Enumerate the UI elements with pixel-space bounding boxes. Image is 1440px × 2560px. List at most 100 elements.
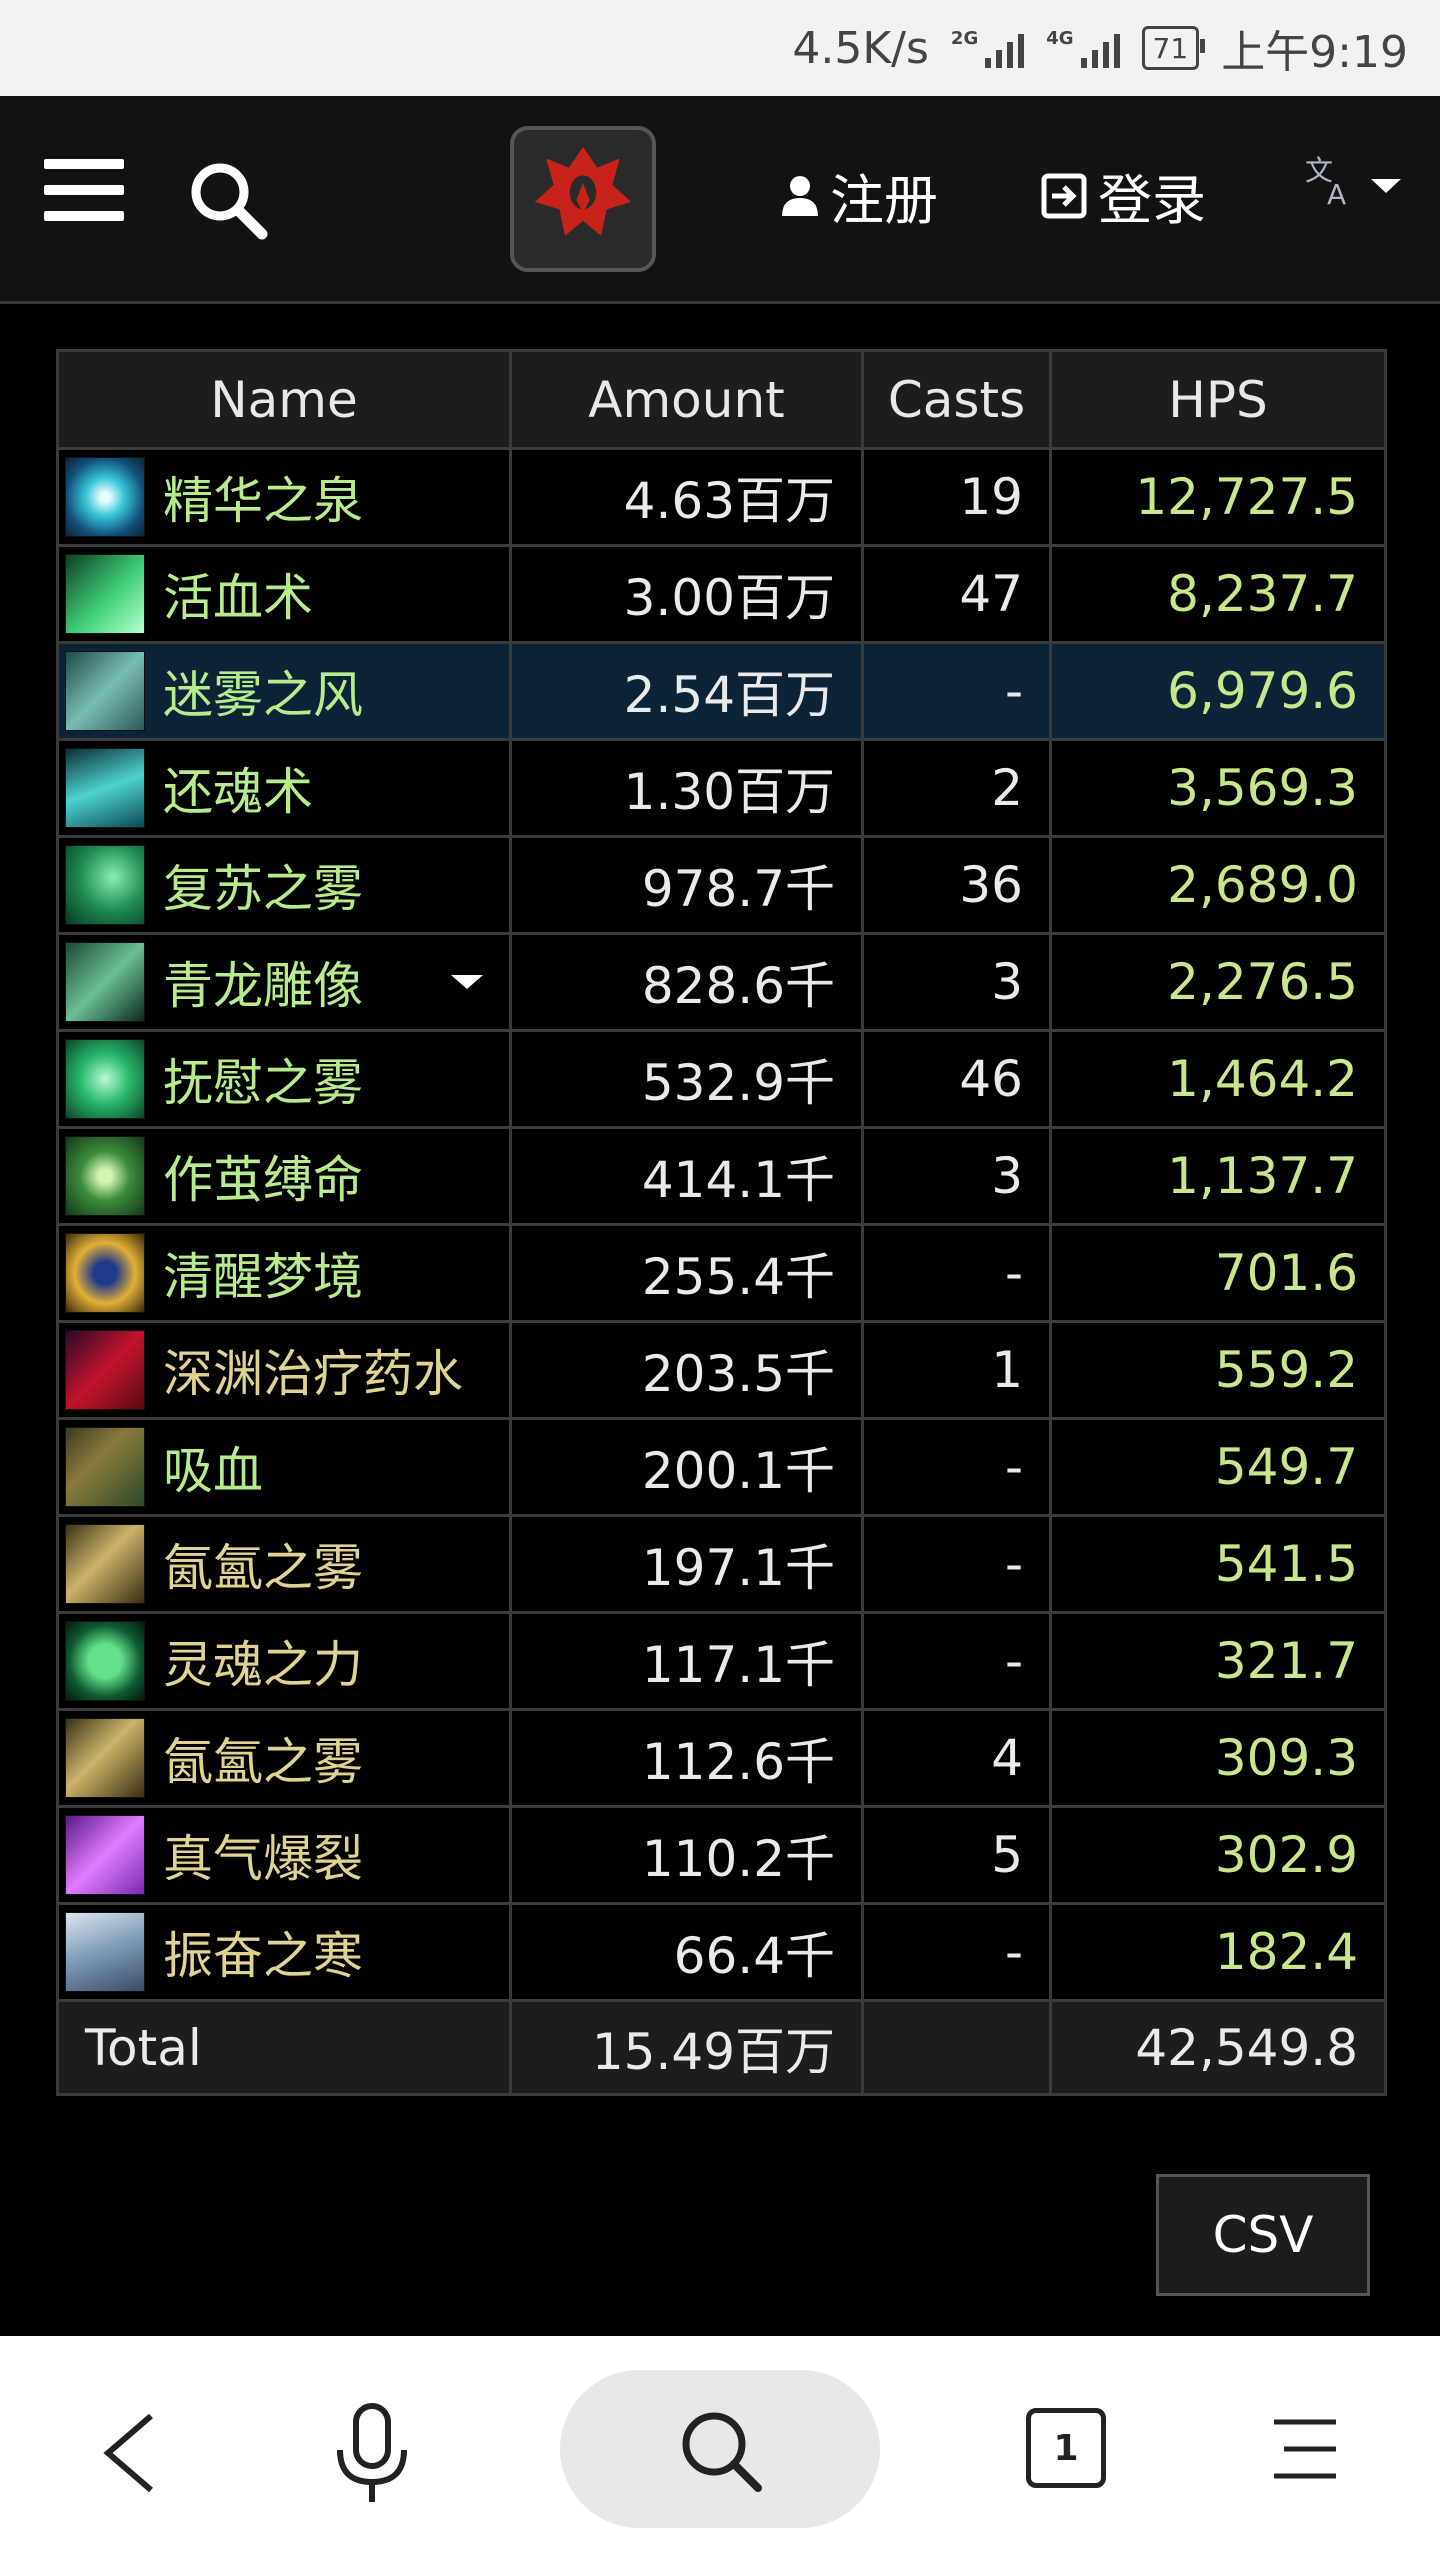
table-row[interactable]: 氤氳之雾 112.6千 4 309.3 bbox=[56, 1708, 1387, 1808]
name-cell: 复苏之雾 bbox=[56, 835, 512, 935]
casts-cell: - bbox=[861, 1223, 1052, 1323]
table-row[interactable]: 作茧缚命 414.1千 3 1,137.7 bbox=[56, 1126, 1387, 1226]
spell-name[interactable]: 清醒梦境 bbox=[163, 1237, 363, 1309]
spell-name[interactable]: 深渊治疗药水 bbox=[163, 1334, 463, 1406]
amount-cell: 4.63百万 bbox=[509, 447, 864, 547]
spell-name[interactable]: 迷雾之风 bbox=[163, 655, 363, 727]
table-row[interactable]: 深渊治疗药水 203.5千 1 559.2 bbox=[56, 1320, 1387, 1420]
expand-caret-icon[interactable] bbox=[451, 975, 483, 989]
spell-name[interactable]: 振奋之寒 bbox=[163, 1916, 363, 1988]
search-icon bbox=[682, 2412, 762, 2492]
status-bar: 4.5K/s 2G 4G 71 上午9:19 bbox=[0, 0, 1440, 96]
user-icon bbox=[782, 175, 818, 216]
hps-cell: 182.4 bbox=[1049, 1902, 1387, 2002]
microphone-icon[interactable] bbox=[332, 2402, 412, 2506]
table-row[interactable]: 吸血 200.1千 -549.7 bbox=[56, 1417, 1387, 1517]
login-icon bbox=[1041, 173, 1087, 218]
register-link[interactable]: 注册 bbox=[780, 156, 938, 235]
spell-name[interactable]: 青龙雕像 bbox=[163, 946, 363, 1018]
table-row[interactable]: 精华之泉 4.63百万 19 12,727.5 bbox=[56, 447, 1387, 547]
spell-name[interactable]: 活血术 bbox=[163, 558, 313, 630]
casts-cell: - bbox=[861, 1611, 1052, 1711]
csv-button[interactable]: CSV bbox=[1156, 2174, 1370, 2296]
casts-cell: 2 bbox=[861, 738, 1052, 838]
hps-cell: 321.7 bbox=[1049, 1611, 1387, 1711]
battery-icon: 71 bbox=[1141, 26, 1205, 70]
amount-cell: 110.2千 bbox=[509, 1805, 864, 1905]
login-link[interactable]: 登录 bbox=[1040, 156, 1206, 235]
table-row[interactable]: 活血术 3.00百万 47 8,237.7 bbox=[56, 544, 1387, 644]
name-cell: 作茧缚命 bbox=[56, 1126, 512, 1226]
hamburger-menu-icon[interactable] bbox=[44, 159, 124, 229]
hps-cell: 12,727.5 bbox=[1049, 447, 1387, 547]
language-selector[interactable]: 文 A bbox=[1305, 154, 1401, 206]
hps-cell: 541.5 bbox=[1049, 1514, 1387, 1614]
tabs-button[interactable]: 1 bbox=[1026, 2408, 1106, 2488]
casts-cell: 5 bbox=[861, 1805, 1052, 1905]
soul-power-icon bbox=[65, 1621, 145, 1701]
total-row: Total 15.49百万 42,549.8 bbox=[56, 1999, 1387, 2096]
vivify-icon bbox=[65, 554, 145, 634]
spell-name[interactable]: 真气爆裂 bbox=[163, 1819, 363, 1891]
spell-name[interactable]: 氤氳之雾 bbox=[163, 1528, 363, 1600]
casts-cell: 36 bbox=[861, 835, 1052, 935]
hps-cell: 701.6 bbox=[1049, 1223, 1387, 1323]
casts-cell: 1 bbox=[861, 1320, 1052, 1420]
column-header-hps[interactable]: HPS bbox=[1049, 349, 1387, 450]
spell-healing-table: Name Amount Casts HPS 精华之泉 4.63百万 19 12,727… bbox=[56, 349, 1387, 2096]
name-cell: 抚慰之雾 bbox=[56, 1029, 512, 1129]
hps-cell: 8,237.7 bbox=[1049, 544, 1387, 644]
essence-font-icon bbox=[65, 457, 145, 537]
hps-cell: 1,464.2 bbox=[1049, 1029, 1387, 1129]
spell-name[interactable]: 灵魂之力 bbox=[163, 1625, 363, 1697]
name-cell: 氤氳之雾 bbox=[56, 1514, 512, 1614]
table-row[interactable]: 灵魂之力 117.1千 -321.7 bbox=[56, 1611, 1387, 1711]
life-cocoon-icon bbox=[65, 1136, 145, 1216]
table-row[interactable]: 真气爆裂 110.2千 5 302.9 bbox=[56, 1805, 1387, 1905]
name-cell: 迷雾之风 bbox=[56, 641, 512, 741]
horde-logo-icon[interactable] bbox=[510, 126, 656, 272]
menu-icon[interactable] bbox=[1270, 2416, 1340, 2482]
name-cell: 振奋之寒 bbox=[56, 1902, 512, 2002]
amount-cell: 200.1千 bbox=[509, 1417, 864, 1517]
amount-cell: 3.00百万 bbox=[509, 544, 864, 644]
search-icon[interactable] bbox=[186, 158, 270, 242]
back-arrow-icon[interactable] bbox=[96, 2408, 166, 2498]
spell-name[interactable]: 精华之泉 bbox=[163, 461, 363, 533]
name-cell: 深渊治疗药水 bbox=[56, 1320, 512, 1420]
column-header-casts[interactable]: Casts bbox=[861, 349, 1052, 450]
search-pill-button[interactable] bbox=[560, 2370, 880, 2528]
mists-wind-icon bbox=[65, 651, 145, 731]
spell-name[interactable]: 复苏之雾 bbox=[163, 849, 363, 921]
chevron-down-icon bbox=[1371, 179, 1401, 193]
table-row[interactable]: 抚慰之雾 532.9千 46 1,464.2 bbox=[56, 1029, 1387, 1129]
spell-name[interactable]: 作茧缚命 bbox=[163, 1140, 363, 1212]
name-cell: 精华之泉 bbox=[56, 447, 512, 547]
table-row[interactable]: 氤氳之雾 197.1千 -541.5 bbox=[56, 1514, 1387, 1614]
table-header-row: Name Amount Casts HPS bbox=[56, 349, 1387, 450]
hps-cell: 559.2 bbox=[1049, 1320, 1387, 1420]
column-header-name[interactable]: Name bbox=[56, 349, 512, 450]
casts-cell: 4 bbox=[861, 1708, 1052, 1808]
table-row[interactable]: 还魂术 1.30百万 2 3,569.3 bbox=[56, 738, 1387, 838]
casts-cell: 47 bbox=[861, 544, 1052, 644]
column-header-amount[interactable]: Amount bbox=[509, 349, 864, 450]
table-row[interactable]: 振奋之寒 66.4千 -182.4 bbox=[56, 1902, 1387, 2002]
renewing-mist-icon bbox=[65, 845, 145, 925]
table-row[interactable]: 青龙雕像 828.6千 3 2,276.5 bbox=[56, 932, 1387, 1032]
name-cell: 清醒梦境 bbox=[56, 1223, 512, 1323]
amount-cell: 2.54百万 bbox=[509, 641, 864, 741]
table-row[interactable]: 迷雾之风 2.54百万 -6,979.6 bbox=[56, 641, 1387, 741]
spell-name[interactable]: 吸血 bbox=[163, 1431, 263, 1503]
table-row[interactable]: 复苏之雾 978.7千 36 2,689.0 bbox=[56, 835, 1387, 935]
enveloping-mist-icon bbox=[65, 1524, 145, 1604]
casts-cell: 19 bbox=[861, 447, 1052, 547]
spell-name[interactable]: 氤氳之雾 bbox=[163, 1722, 363, 1794]
table-row[interactable]: 清醒梦境 255.4千 -701.6 bbox=[56, 1223, 1387, 1323]
amount-cell: 1.30百万 bbox=[509, 738, 864, 838]
spell-name[interactable]: 还魂术 bbox=[163, 752, 313, 824]
total-amount: 15.49百万 bbox=[509, 1999, 864, 2096]
leech-icon bbox=[65, 1427, 145, 1507]
spell-name[interactable]: 抚慰之雾 bbox=[163, 1043, 363, 1115]
hps-cell: 302.9 bbox=[1049, 1805, 1387, 1905]
